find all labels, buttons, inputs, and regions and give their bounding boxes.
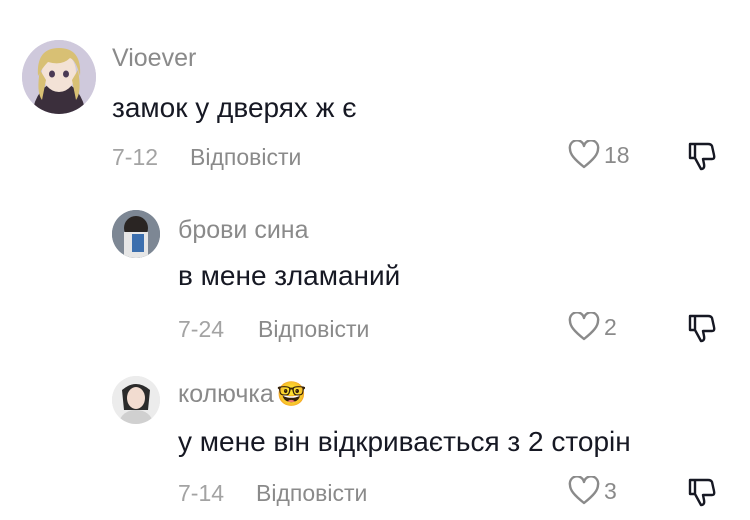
heart-outline-icon	[568, 476, 600, 506]
avatar[interactable]	[112, 210, 160, 258]
like-button[interactable]: 3	[568, 476, 617, 506]
dislike-button[interactable]	[686, 312, 718, 344]
like-button[interactable]: 18	[568, 140, 630, 170]
username-text: колючка	[178, 380, 274, 408]
reply-button[interactable]: Відповісти	[256, 480, 367, 507]
like-count: 18	[604, 141, 630, 168]
thumbs-down-outline-icon	[686, 140, 718, 172]
comment-date: 7-24	[178, 316, 225, 342]
avatar[interactable]	[112, 376, 160, 424]
comment-date: 7-14	[178, 480, 225, 506]
heart-outline-icon	[568, 312, 600, 342]
avatar-image	[112, 210, 160, 258]
username[interactable]: колючка 🤓	[178, 380, 307, 409]
username[interactable]: брови сина	[178, 216, 309, 245]
comment-text: замок у дверях ж є	[112, 92, 357, 123]
comment-date: 7-12	[112, 144, 159, 170]
dislike-button[interactable]	[686, 140, 718, 172]
thumbs-down-outline-icon	[686, 312, 718, 344]
like-count: 2	[604, 313, 617, 340]
comment-item: Vioever замок у дверях ж є 7-12 Відповіс…	[0, 0, 750, 190]
heart-outline-icon	[568, 140, 600, 170]
comment-text: у мене він відкривається з 2 сторін	[178, 426, 631, 457]
comment-text: в мене зламаний	[178, 260, 401, 291]
like-button[interactable]: 2	[568, 312, 617, 342]
like-count: 3	[604, 477, 617, 504]
username[interactable]: Vioever	[112, 44, 196, 73]
avatar[interactable]	[22, 40, 96, 114]
reply-button[interactable]: Відповісти	[190, 144, 301, 171]
comment-item: колючка 🤓 у мене він відкривається з 2 с…	[0, 364, 750, 520]
thumbs-down-outline-icon	[686, 476, 718, 508]
nerd-face-emoji: 🤓	[276, 381, 307, 408]
avatar-image	[112, 376, 160, 424]
avatar-image	[22, 40, 96, 114]
comment-item: брови сина в мене зламаний 7-24 Відповіс…	[0, 200, 750, 360]
dislike-button[interactable]	[686, 476, 718, 508]
reply-button[interactable]: Відповісти	[258, 316, 369, 343]
